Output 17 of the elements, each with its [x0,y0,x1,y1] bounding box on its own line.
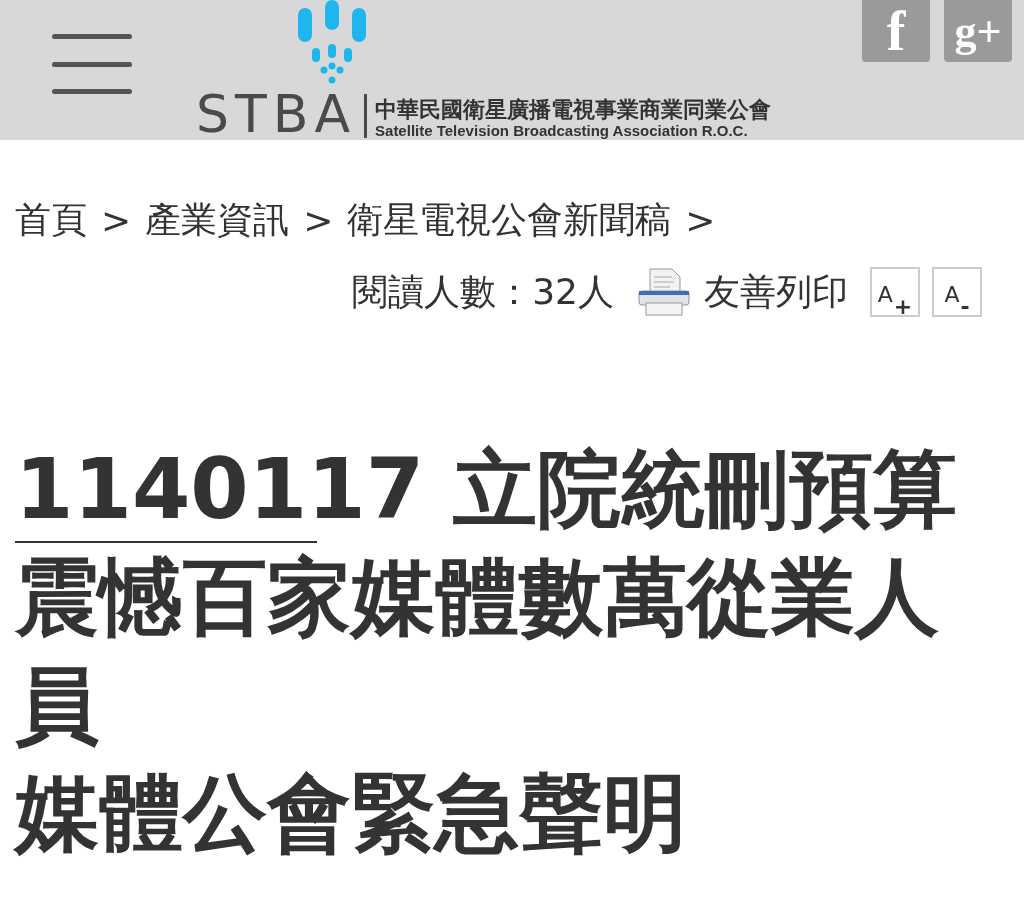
article-title: 震憾百家媒體數萬從業人員 [15,547,940,756]
breadcrumb-link[interactable]: 衛星電視公會新聞稿 [347,196,672,245]
breadcrumb-separator: > [685,200,716,241]
printer-icon [636,267,692,317]
breadcrumb-link[interactable]: 產業資訊 [145,196,290,245]
org-name: 中華民國衛星廣播電視事業商業同業公會 [375,96,772,122]
logo-text: STBA [196,88,357,140]
breadcrumb-separator: > [101,200,132,241]
org-name-english: Satellite Television Broadcasting Association R.O.C. [375,122,749,140]
article-title: 媒體公會緊急聲明 [15,763,688,864]
breadcrumb-separator: > [303,200,334,241]
breadcrumb-link[interactable]: 首頁 [15,196,87,245]
article-title: 1140117 立院統刪預算 [15,439,959,540]
print-link[interactable]: 友善列印 [704,267,848,317]
logo-icon [296,0,368,84]
menu-button[interactable] [52,34,132,94]
view-count: 閱讀人數：32人 [352,269,614,314]
